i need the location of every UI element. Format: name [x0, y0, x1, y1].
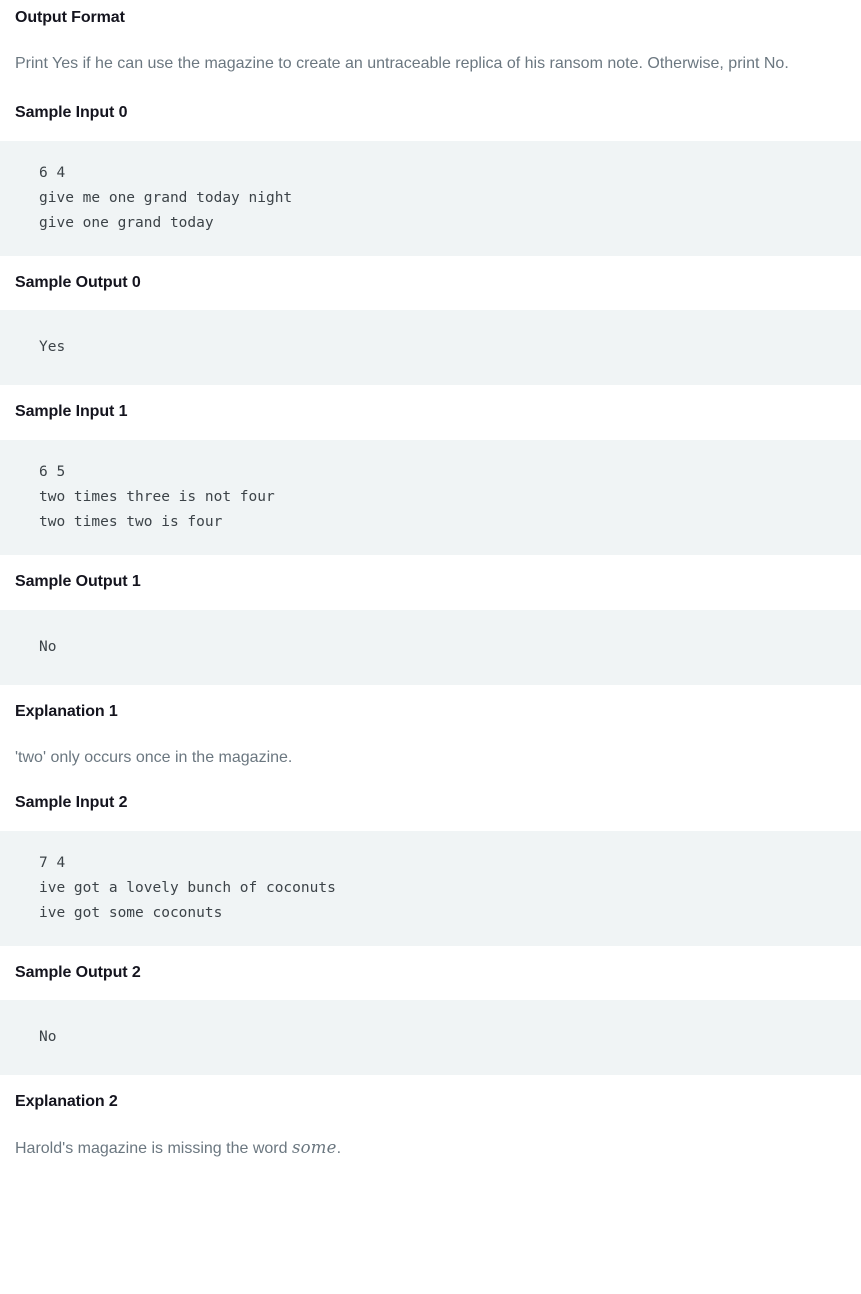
heading-explanation-1: Explanation 1 — [15, 702, 118, 720]
heading-explanation-2: Explanation 2 — [15, 1093, 118, 1111]
heading-sample-output-2: Sample Output 2 — [15, 963, 141, 981]
math-term-some: some — [291, 1138, 337, 1158]
heading-output-format: Output Format — [15, 9, 125, 26]
heading-sample-output-1: Sample Output 1 — [15, 573, 141, 591]
paragraph-explanation-1: 'two' only occurs once in the magazine. — [15, 748, 293, 766]
paragraph-explanation-2-lead: Harold's magazine is missing the word — [15, 1140, 292, 1158]
heading-sample-input-1: Sample Input 1 — [15, 403, 128, 421]
problem-statement-page: Output Format Print Yes if he can use th… — [0, 0, 861, 1166]
code-block-sample-input-0: 6 4 give me one grand today night give o… — [0, 140, 861, 256]
heading-sample-input-0: Sample Input 0 — [15, 103, 128, 121]
code-block-sample-input-2: 7 4 ive got a lovely bunch of coconuts i… — [0, 830, 861, 946]
code-block-sample-output-2: No — [0, 1000, 861, 1076]
heading-sample-input-2: Sample Input 2 — [15, 793, 128, 811]
code-block-sample-output-0: Yes — [0, 310, 861, 386]
spacer-top — [0, 0, 861, 8]
paragraph-explanation-2: Harold's magazine is missing the word so… — [0, 1131, 861, 1166]
paragraph-explanation-2-tail: . — [336, 1140, 342, 1158]
paragraph-output-format: Print Yes if he can use the magazine to … — [15, 54, 789, 72]
heading-sample-output-0: Sample Output 0 — [15, 273, 141, 291]
code-block-sample-output-1: No — [0, 609, 861, 685]
code-block-sample-input-1: 6 5 two times three is not four two time… — [0, 440, 861, 556]
